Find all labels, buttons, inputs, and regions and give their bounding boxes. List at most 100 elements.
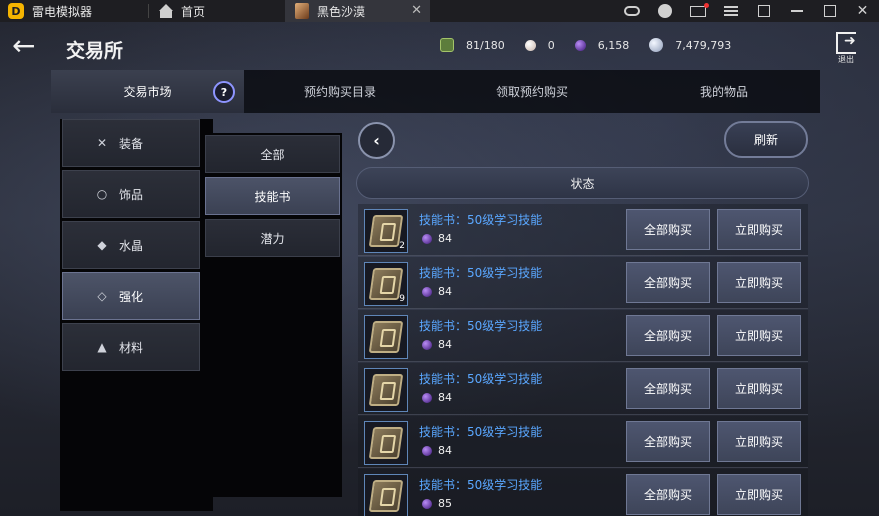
tab-game-label: 黑色沙漠 [317, 4, 366, 19]
mail-button[interactable] [681, 0, 714, 22]
tab-home[interactable]: 首页 [155, 0, 285, 22]
dark-gem-icon [422, 445, 432, 456]
buy-all-button[interactable]: 全部购买 [626, 209, 710, 250]
emulator-app-name: 雷电模拟器 [32, 4, 93, 19]
user-button[interactable] [648, 0, 681, 22]
item-price: 85 [422, 497, 452, 510]
notification-dot [703, 2, 709, 8]
skill-book-icon[interactable] [364, 368, 408, 412]
pearl-value: 0 [547, 38, 555, 52]
buy-now-button[interactable]: 立即购买 [717, 474, 801, 515]
buy-all-button[interactable]: 全部购买 [626, 368, 710, 409]
minimize-button[interactable] [780, 0, 813, 22]
minimize-icon [790, 10, 803, 12]
inventory-capacity-value: 81/180 [466, 38, 505, 52]
category-enhance-label: 强化 [119, 289, 144, 304]
book-icon [368, 215, 404, 247]
buy-all-button[interactable]: 全部购买 [626, 262, 710, 303]
item-name[interactable]: 技能书：50级学习技能 [419, 211, 542, 228]
subcategory-panel: 全部 技能书 潜力 [203, 133, 342, 497]
restore-button[interactable] [747, 0, 780, 22]
item-price: 84 [422, 232, 452, 245]
buy-all-button[interactable]: 全部购买 [626, 474, 710, 515]
list-back-button[interactable]: ‹ [358, 122, 395, 159]
back-arrow-icon[interactable]: ← [12, 32, 42, 60]
tab-trade-market[interactable]: 交易市场 ? [51, 70, 244, 113]
subcategory-potential-label: 潜力 [260, 231, 285, 246]
emulator-titlebar: D 雷电模拟器 首页 黑色沙漠 ✕ ✕ [0, 0, 879, 22]
skill-book-icon[interactable] [364, 474, 408, 516]
list-item: 9 技能书：50级学习技能 84 全部购买 立即购买 [358, 257, 808, 309]
list-item: 技能书：50级学习技能 84 全部购买 立即购买 [358, 310, 808, 362]
item-name[interactable]: 技能书：50级学习技能 [419, 370, 542, 387]
skill-book-icon[interactable]: 2 [364, 209, 408, 253]
buy-now-button[interactable]: 立即购买 [717, 209, 801, 250]
buy-now-button[interactable]: 立即购买 [717, 315, 801, 356]
status-header: 状态 [356, 167, 809, 199]
chevron-left-icon: ‹ [373, 131, 380, 150]
item-price: 84 [422, 285, 452, 298]
item-name[interactable]: 技能书：50级学习技能 [419, 423, 542, 440]
skill-book-icon[interactable] [364, 421, 408, 465]
item-price-value: 84 [438, 232, 452, 245]
buy-now-button[interactable]: 立即购买 [717, 421, 801, 462]
dark-gem-icon [422, 286, 432, 297]
inventory-capacity: 81/180 [440, 38, 505, 52]
tab-claim-reservation[interactable]: 领取预约购买 [436, 70, 628, 113]
maximize-button[interactable] [813, 0, 846, 22]
category-equipment-label: 装备 [119, 136, 144, 151]
dark-gem-icon [422, 498, 432, 509]
close-tab-icon[interactable]: ✕ [411, 3, 422, 18]
menu-button[interactable] [714, 0, 747, 22]
category-crystal[interactable]: ◆ 水晶 [62, 221, 200, 269]
exit-button[interactable]: 退出 [833, 32, 859, 68]
buy-all-button[interactable]: 全部购买 [626, 421, 710, 462]
refresh-button[interactable]: 刷新 [724, 121, 808, 158]
category-accessory-label: 饰品 [119, 187, 144, 202]
user-icon [657, 4, 672, 18]
tab-game[interactable]: 黑色沙漠 ✕ [285, 0, 430, 22]
subcategory-skill-book-label: 技能书 [254, 189, 291, 204]
tab-my-items[interactable]: 我的物品 [628, 70, 820, 113]
subcategory-skill-book[interactable]: 技能书 [205, 177, 340, 215]
buy-now-button[interactable]: 立即购买 [717, 262, 801, 303]
silver-value: 7,479,793 [675, 38, 732, 52]
pearl-icon [524, 39, 536, 51]
subcategory-all[interactable]: 全部 [205, 135, 340, 173]
bag-icon [440, 38, 454, 52]
close-window-button[interactable]: ✕ [846, 0, 879, 22]
subcategory-potential[interactable]: 潜力 [205, 219, 340, 257]
category-material[interactable]: ▲ 材料 [62, 323, 200, 371]
list-item: 技能书：50级学习技能 85 全部购买 立即购买 [358, 469, 808, 516]
category-crystal-label: 水晶 [119, 238, 144, 253]
item-name[interactable]: 技能书：50级学习技能 [419, 476, 542, 493]
item-quantity: 9 [399, 294, 405, 304]
item-price-value: 84 [438, 444, 452, 457]
buy-all-label: 全部购买 [643, 329, 692, 343]
list-item: 技能书：50级学习技能 84 全部购买 立即购买 [358, 363, 808, 415]
category-enhance[interactable]: ◇ 强化 [62, 272, 200, 320]
dark-gem-icon [422, 339, 432, 350]
dark-gem-balance: 6,158 [574, 39, 629, 52]
titlebar-divider [148, 4, 149, 18]
buy-all-button[interactable]: 全部购买 [626, 315, 710, 356]
tab-reservation-list[interactable]: 预约购买目录 [244, 70, 436, 113]
item-list[interactable]: 2 技能书：50级学习技能 84 全部购买 立即购买 9 技能书：50级学习技能… [358, 204, 808, 516]
item-name[interactable]: 技能书：50级学习技能 [419, 317, 542, 334]
buy-now-label: 立即购买 [734, 488, 783, 502]
category-material-label: 材料 [119, 340, 144, 355]
skill-book-icon[interactable]: 9 [364, 262, 408, 306]
item-name[interactable]: 技能书：50级学习技能 [419, 264, 542, 281]
buy-now-button[interactable]: 立即购买 [717, 368, 801, 409]
buy-now-label: 立即购买 [734, 276, 783, 290]
list-item: 2 技能书：50级学习技能 84 全部购买 立即购买 [358, 204, 808, 256]
item-price-value: 84 [438, 285, 452, 298]
help-icon[interactable]: ? [213, 81, 235, 103]
category-accessory[interactable]: ○ 饰品 [62, 170, 200, 218]
skill-book-icon[interactable] [364, 315, 408, 359]
close-icon: ✕ [856, 3, 869, 19]
category-equipment[interactable]: ✕ 装备 [62, 119, 200, 167]
emulator-logo-icon: D [8, 3, 24, 19]
item-price: 84 [422, 444, 452, 457]
gamepad-button[interactable] [615, 0, 648, 22]
